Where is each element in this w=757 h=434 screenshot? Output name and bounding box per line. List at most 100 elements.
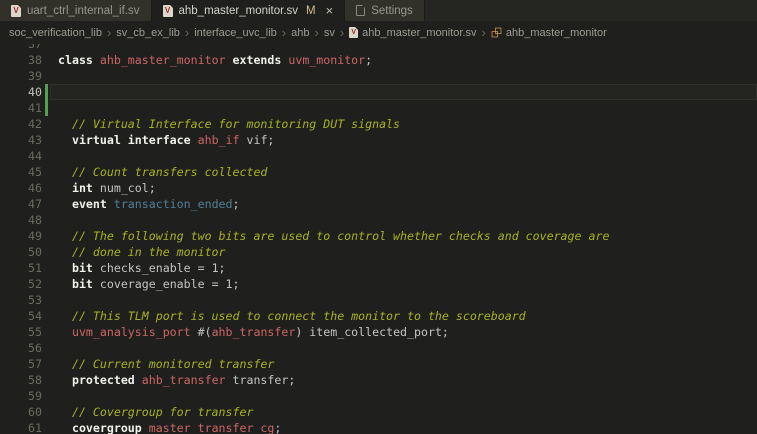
- code-token: ) item_collected_port;: [295, 325, 449, 339]
- line-number[interactable]: 49: [0, 228, 42, 244]
- code-line[interactable]: 42 // Virtual Interface for monitoring D…: [0, 116, 757, 132]
- code-line[interactable]: 47 event transaction_ended;: [0, 196, 757, 212]
- code-text: protected ahb_transfer transfer;: [42, 372, 295, 388]
- line-number[interactable]: 60: [0, 404, 42, 420]
- code-line[interactable]: 43 virtual interface ahb_if vif;: [0, 132, 757, 148]
- code-token: virtual interface: [58, 133, 198, 147]
- line-number[interactable]: 48: [0, 212, 42, 228]
- close-icon[interactable]: ×: [326, 4, 334, 17]
- line-number[interactable]: 43: [0, 132, 42, 148]
- code-line[interactable]: 50 // done in the monitor: [0, 244, 757, 260]
- line-number[interactable]: 47: [0, 196, 42, 212]
- code-token: // done in the monitor: [58, 245, 226, 259]
- code-line[interactable]: 58 protected ahb_transfer transfer;: [0, 372, 757, 388]
- code-text: [42, 44, 58, 52]
- line-number[interactable]: 46: [0, 180, 42, 196]
- line-number[interactable]: 55: [0, 324, 42, 340]
- code-line[interactable]: 61 covergroup master_transfer_cg;: [0, 420, 757, 434]
- code-text: [42, 84, 58, 100]
- line-number[interactable]: 39: [0, 68, 42, 84]
- line-number[interactable]: 42: [0, 116, 42, 132]
- code-line[interactable]: 59: [0, 388, 757, 404]
- breadcrumb-item[interactable]: soc_verification_lib: [9, 27, 102, 39]
- chevron-right-icon: ›: [314, 27, 318, 38]
- code-token: bit: [58, 261, 100, 275]
- code-text: [42, 100, 58, 116]
- line-number[interactable]: 50: [0, 244, 42, 260]
- line-number[interactable]: 53: [0, 292, 42, 308]
- code-token: int: [58, 181, 100, 195]
- line-number[interactable]: 54: [0, 308, 42, 324]
- code-line[interactable]: 48: [0, 212, 757, 228]
- code-token: num_col;: [100, 181, 156, 195]
- class-symbol-icon: [491, 27, 506, 38]
- code-token: ahb_master_monitor: [100, 53, 226, 67]
- breadcrumb-item[interactable]: sv_cb_ex_lib: [116, 27, 180, 39]
- tab-uart-ctrl-internal-if[interactable]: V uart_ctrl_internal_if.sv: [0, 0, 152, 21]
- breadcrumb-item[interactable]: ahb_master_monitor.sv: [362, 27, 476, 39]
- code-line[interactable]: 39: [0, 68, 757, 84]
- tab-settings[interactable]: Settings: [345, 0, 425, 21]
- code-line[interactable]: 57 // Current monitored transfer: [0, 356, 757, 372]
- code-line[interactable]: 55 uvm_analysis_port #(ahb_transfer) ite…: [0, 324, 757, 340]
- code-lines: 3738class ahb_master_monitor extends uvm…: [0, 44, 757, 434]
- git-modified-badge: M: [306, 5, 316, 17]
- code-line[interactable]: 49 // The following two bits are used to…: [0, 228, 757, 244]
- line-number[interactable]: 57: [0, 356, 42, 372]
- code-text: int num_col;: [42, 180, 156, 196]
- code-token: coverage_enable = 1;: [100, 277, 240, 291]
- code-line[interactable]: 44: [0, 148, 757, 164]
- line-number[interactable]: 56: [0, 340, 42, 356]
- code-token: ;: [365, 53, 372, 67]
- code-token: ahb_transfer: [142, 373, 226, 387]
- tab-ahb-master-monitor[interactable]: V ahb_master_monitor.sv M ×: [152, 0, 346, 21]
- line-number[interactable]: 52: [0, 276, 42, 292]
- code-line[interactable]: 37: [0, 44, 757, 52]
- code-token: event: [58, 197, 114, 211]
- code-line[interactable]: 60 // Covergroup for transfer: [0, 404, 757, 420]
- code-text: [42, 292, 58, 308]
- code-text: // done in the monitor: [42, 244, 226, 260]
- breadcrumb-item[interactable]: sv: [324, 27, 335, 39]
- code-token: ahb_if: [198, 133, 240, 147]
- code-token: // Virtual Interface for monitoring DUT …: [58, 117, 400, 131]
- code-text: bit coverage_enable = 1;: [42, 276, 240, 292]
- code-token: covergroup: [58, 421, 149, 434]
- breadcrumb-item[interactable]: interface_uvc_lib: [194, 27, 277, 39]
- line-number[interactable]: 58: [0, 372, 42, 388]
- code-line[interactable]: 41: [0, 100, 757, 116]
- chevron-right-icon: ›: [340, 27, 344, 38]
- code-line[interactable]: 56: [0, 340, 757, 356]
- breadcrumb-item[interactable]: ahb_master_monitor: [506, 27, 607, 39]
- line-number[interactable]: 45: [0, 164, 42, 180]
- line-number[interactable]: 40: [0, 84, 42, 100]
- code-text: // The following two bits are used to co…: [42, 228, 609, 244]
- tab-bar: V uart_ctrl_internal_if.sv V ahb_master_…: [0, 0, 757, 21]
- breadcrumb-item[interactable]: ahb: [291, 27, 309, 39]
- line-number[interactable]: 61: [0, 420, 42, 434]
- tab-label: ahb_master_monitor.sv: [179, 5, 299, 17]
- code-editor[interactable]: 3738class ahb_master_monitor extends uvm…: [0, 44, 757, 434]
- code-text: // Count transfers collected: [42, 164, 267, 180]
- line-number[interactable]: 41: [0, 100, 42, 116]
- line-number[interactable]: 51: [0, 260, 42, 276]
- code-line[interactable]: 54 // This TLM port is used to connect t…: [0, 308, 757, 324]
- code-line[interactable]: 46 int num_col;: [0, 180, 757, 196]
- code-line[interactable]: 45 // Count transfers collected: [0, 164, 757, 180]
- code-text: class ahb_master_monitor extends uvm_mon…: [42, 52, 372, 68]
- code-line[interactable]: 38class ahb_master_monitor extends uvm_m…: [0, 52, 757, 68]
- line-number[interactable]: 59: [0, 388, 42, 404]
- code-text: [42, 68, 58, 84]
- line-number[interactable]: 44: [0, 148, 42, 164]
- code-text: // Covergroup for transfer: [42, 404, 253, 420]
- code-line[interactable]: 51 bit checks_enable = 1;: [0, 260, 757, 276]
- code-line[interactable]: 53: [0, 292, 757, 308]
- line-number[interactable]: 38: [0, 52, 42, 68]
- code-token: transfer;: [226, 373, 296, 387]
- systemverilog-file-icon: V: [349, 27, 358, 38]
- code-line[interactable]: 52 bit coverage_enable = 1;: [0, 276, 757, 292]
- code-line[interactable]: 40: [0, 84, 757, 100]
- line-number[interactable]: 37: [0, 44, 42, 52]
- code-token: protected: [58, 373, 142, 387]
- systemverilog-file-icon: V: [11, 5, 21, 17]
